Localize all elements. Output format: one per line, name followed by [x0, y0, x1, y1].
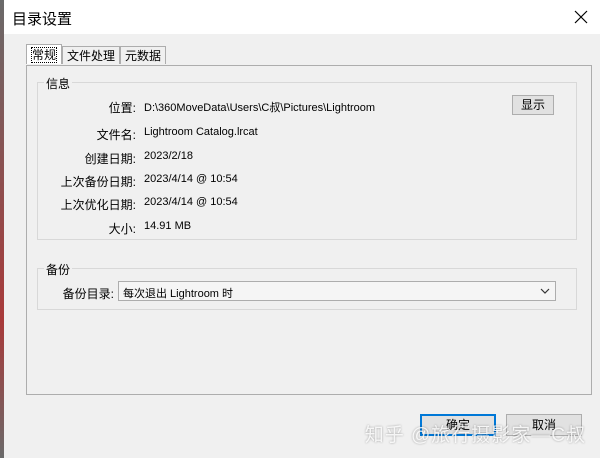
location-label: 位置: [108, 101, 136, 115]
catalog-settings-dialog: 目录设置 常规 文件处理 元数据 信息 位置: D:\360MoveData\U… [4, 0, 600, 458]
dialog-title: 目录设置 [12, 11, 73, 28]
info-group-label: 信息 [44, 75, 73, 92]
created-date-label: 创建日期: [84, 152, 136, 166]
last-backup-value: 2023/4/14 @ 10:54 [144, 173, 238, 185]
last-optimize-row: 上次优化日期: 2023/4/14 @ 10:54 [38, 196, 576, 212]
location-row: 位置: D:\360MoveData\Users\C叔\Pictures\Lig… [38, 99, 576, 115]
filename-row: 文件名: Lightroom Catalog.lrcat [38, 126, 576, 142]
filename-value: Lightroom Catalog.lrcat [144, 126, 258, 138]
last-optimize-value: 2023/4/14 @ 10:54 [144, 196, 238, 208]
backup-group: 备份 备份目录: 每次退出 Lightroom 时 [37, 261, 577, 310]
size-row: 大小: 14.91 MB [38, 220, 576, 236]
filename-label: 文件名: [96, 128, 136, 142]
created-date-value: 2023/2/18 [144, 150, 193, 162]
watermark: 知乎 @旅行摄影家—C叔 [364, 425, 586, 446]
created-date-row: 创建日期: 2023/2/18 [38, 150, 576, 166]
close-button[interactable] [570, 6, 592, 28]
show-button[interactable]: 显示 [512, 95, 554, 115]
chevron-down-icon [539, 285, 551, 300]
tab-bar: 常规 文件处理 元数据 [26, 44, 167, 66]
backup-frequency-select[interactable]: 每次退出 Lightroom 时 [118, 281, 556, 301]
tab-metadata[interactable]: 元数据 [120, 46, 167, 64]
tab-general[interactable]: 常规 [26, 44, 63, 64]
backup-frequency-value: 每次退出 Lightroom 时 [123, 288, 234, 300]
general-tab-panel: 信息 位置: D:\360MoveData\Users\C叔\Pictures\… [26, 65, 592, 395]
backup-group-label: 备份 [44, 261, 73, 278]
location-value: D:\360MoveData\Users\C叔\Pictures\Lightro… [144, 102, 376, 114]
backup-label: 备份目录: [62, 287, 114, 301]
size-label: 大小: [108, 222, 136, 236]
info-group: 信息 位置: D:\360MoveData\Users\C叔\Pictures\… [37, 75, 577, 240]
size-value: 14.91 MB [144, 220, 192, 232]
close-icon [574, 10, 588, 24]
last-backup-label: 上次备份日期: [60, 175, 136, 189]
last-backup-row: 上次备份日期: 2023/4/14 @ 10:54 [38, 173, 576, 189]
title-bar: 目录设置 [4, 0, 600, 34]
tab-file-handling[interactable]: 文件处理 [62, 46, 121, 64]
last-optimize-label: 上次优化日期: [60, 198, 136, 212]
